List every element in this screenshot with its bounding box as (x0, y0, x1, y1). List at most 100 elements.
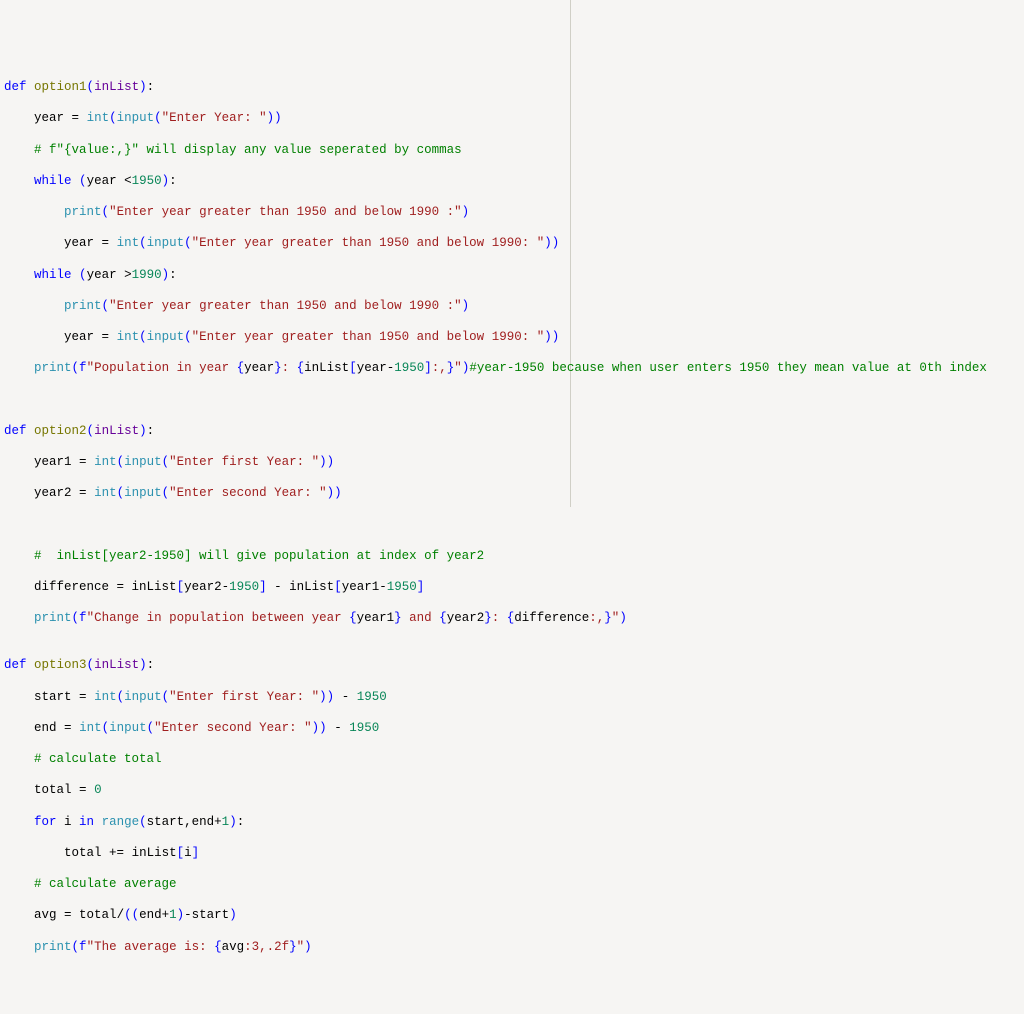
code-token: } (394, 611, 402, 625)
code-token: } (289, 940, 297, 954)
code-token: "Enter Year: " (162, 111, 267, 125)
code-token: ( (102, 299, 110, 313)
code-token: = (79, 690, 87, 704)
code-token: i (57, 815, 80, 829)
code-token: ( (79, 268, 87, 282)
code-token: :, (432, 361, 447, 375)
code-token: < (124, 174, 132, 188)
code-token: ( (109, 111, 117, 125)
code-token: "Enter first Year: " (169, 690, 319, 704)
code-token: (( (124, 908, 139, 922)
code-token: - (334, 721, 342, 735)
code-token: # calculate average (34, 877, 177, 891)
code-token: input (124, 486, 162, 500)
code-token: int (79, 721, 102, 735)
code-token: start (192, 908, 230, 922)
code-token: year (64, 330, 102, 344)
code-token: year (87, 174, 125, 188)
code-token: 0 (94, 783, 102, 797)
code-token: year (34, 111, 72, 125)
code-token: )) (319, 455, 334, 469)
code-token: = (72, 111, 80, 125)
code-token: print (34, 611, 72, 625)
code-token: :, (589, 611, 604, 625)
code-token: : (492, 611, 507, 625)
code-token: } (274, 361, 282, 375)
code-token: 1950 (357, 690, 387, 704)
code-token: ( (162, 455, 170, 469)
code-line: year = int(input("Enter year greater tha… (4, 236, 1020, 252)
code-token: "The average is: (87, 940, 215, 954)
code-token (327, 721, 335, 735)
code-token: { (214, 940, 222, 954)
code-token: year2 (447, 611, 485, 625)
code-token: input (124, 690, 162, 704)
code-token: 1990 (132, 268, 162, 282)
code-token: 1950 (229, 580, 259, 594)
code-token: = (102, 330, 110, 344)
code-token: # calculate total (34, 752, 162, 766)
code-line: # calculate average (4, 877, 1020, 893)
code-token: difference (514, 611, 589, 625)
code-token: year (87, 268, 125, 282)
code-token: ( (147, 721, 155, 735)
code-token: while (34, 174, 72, 188)
code-token: int (94, 486, 117, 500)
code-token: ( (117, 486, 125, 500)
code-line: # f"{value:,}" will display any value se… (4, 143, 1020, 159)
code-token: : (282, 361, 297, 375)
code-token: ( (117, 690, 125, 704)
code-token: ( (72, 361, 80, 375)
code-editor[interactable]: def option1(inList): year = int(input("E… (4, 80, 1020, 971)
code-token: start (34, 690, 79, 704)
code-line: while (year <1950): (4, 174, 1020, 190)
code-token: ) (619, 611, 627, 625)
function-def: def option3(inList): (4, 658, 1020, 674)
code-token: += (109, 846, 124, 860)
code-line: end = int(input("Enter second Year: ")) … (4, 721, 1020, 737)
code-token: + (214, 815, 222, 829)
code-token: ( (184, 236, 192, 250)
code-token: # inList[year2-1950] will give populatio… (34, 549, 484, 563)
code-token: )) (312, 721, 327, 735)
code-token: 1 (169, 908, 177, 922)
code-token: ) (162, 174, 170, 188)
code-token: while (34, 268, 72, 282)
code-line: avg = total/((end+1)-start) (4, 908, 1020, 924)
code-token: f (79, 611, 87, 625)
code-token: "Enter year greater than 1950 and below … (109, 299, 462, 313)
code-line: for i in range(start,end+1): (4, 815, 1020, 831)
code-line: year = int(input("Enter year greater tha… (4, 330, 1020, 346)
code-token (109, 236, 117, 250)
code-token: , (184, 815, 192, 829)
code-token: i (184, 846, 192, 860)
code-token (267, 580, 275, 594)
code-token: year2 (34, 486, 79, 500)
code-token: > (124, 268, 132, 282)
code-line: year1 = int(input("Enter first Year: ")) (4, 455, 1020, 471)
code-token: " (297, 940, 305, 954)
code-token: int (117, 236, 140, 250)
code-token: #year-1950 because when user enters 1950… (469, 361, 987, 375)
code-token: { (237, 361, 245, 375)
code-token: f (79, 361, 87, 375)
code-token: int (87, 111, 110, 125)
code-line: year2 = int(input("Enter second Year: ")… (4, 486, 1020, 502)
code-token: "Enter year greater than 1950 and below … (109, 205, 462, 219)
code-token: inList (304, 361, 349, 375)
code-token: ( (72, 940, 80, 954)
code-token: - (274, 580, 282, 594)
code-token: ) (304, 940, 312, 954)
code-token: start (147, 815, 185, 829)
code-token: ( (154, 111, 162, 125)
code-token: + (162, 908, 170, 922)
code-token: { (507, 611, 515, 625)
code-token: 1950 (349, 721, 379, 735)
code-token: = (102, 236, 110, 250)
code-token: ( (139, 236, 147, 250)
code-line: # calculate total (4, 752, 1020, 768)
code-token: [ (334, 580, 342, 594)
code-token: ] (417, 580, 425, 594)
code-token: print (64, 205, 102, 219)
code-token (72, 268, 80, 282)
